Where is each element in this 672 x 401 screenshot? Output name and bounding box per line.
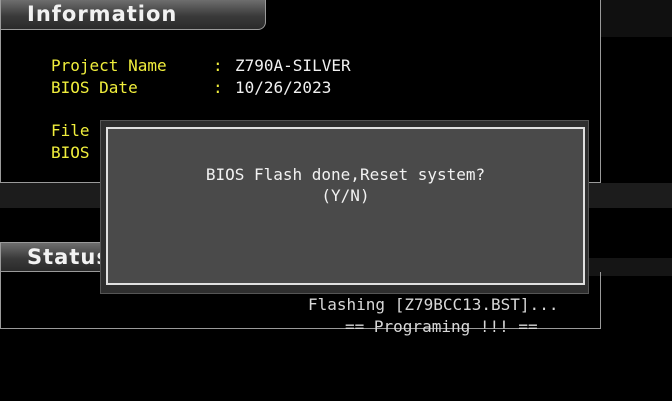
project-name-separator: : <box>213 56 223 75</box>
project-name-value: Z790A-SILVER <box>235 56 351 75</box>
bios-row: BIOS <box>51 143 90 163</box>
bios-flash-screen: Information Project Name: Z790A-SILVER BI… <box>0 0 672 401</box>
project-name-label: Project Name <box>51 56 167 75</box>
information-header: Information <box>0 0 266 30</box>
bios-date-label: BIOS Date <box>51 78 138 97</box>
information-header-label: Information <box>27 2 178 26</box>
reset-dialog-options[interactable]: (Y/N) <box>321 186 369 205</box>
bios-date-row: BIOS Date:10/26/2023 <box>51 78 331 98</box>
reset-dialog-message: BIOS Flash done,Reset system? (Y/N) <box>106 164 585 206</box>
bios-label: BIOS <box>51 143 90 162</box>
project-name-row: Project Name: Z790A-SILVER <box>51 56 351 76</box>
file-row: File <box>51 121 90 141</box>
bios-date-separator: : <box>213 78 223 97</box>
status-header-label: Status <box>27 245 110 269</box>
reset-dialog-question: BIOS Flash done,Reset system? <box>205 165 486 184</box>
flashing-status-text: Flashing [Z79BCC13.BST]... <box>308 295 559 314</box>
bios-date-value: 10/26/2023 <box>235 78 332 97</box>
file-label: File <box>51 121 90 140</box>
reset-dialog[interactable] <box>106 127 585 285</box>
programing-status-text: == Programing !!! == <box>345 317 538 336</box>
